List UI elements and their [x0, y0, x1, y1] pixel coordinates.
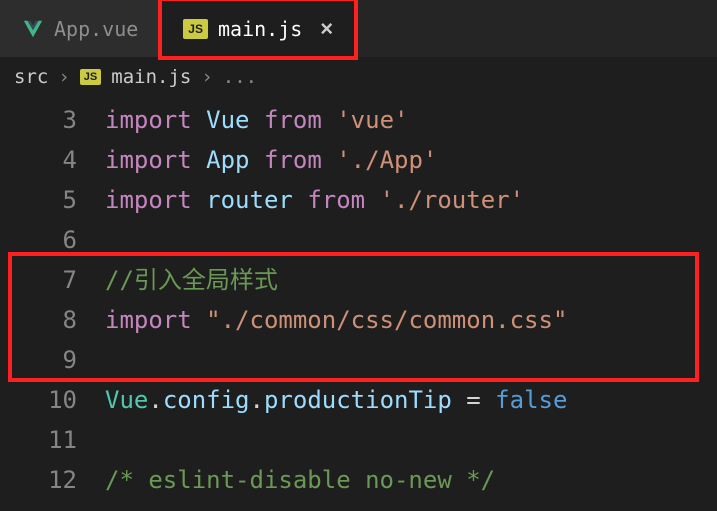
line-content: Vue.config.productionTip = false [105, 380, 717, 420]
breadcrumb-symbol[interactable]: ... [223, 66, 257, 88]
line-number: 4 [0, 140, 105, 180]
breadcrumb-folder[interactable]: src [14, 66, 48, 88]
line-number: 12 [0, 460, 105, 500]
breadcrumb: src › JS main.js › ... [0, 58, 717, 96]
code-line: 7 //引入全局样式 [0, 260, 717, 300]
js-icon: JS [183, 19, 208, 39]
code-line: 3 import Vue from 'vue' [0, 100, 717, 140]
line-content [105, 220, 717, 260]
line-content [105, 420, 717, 460]
chevron-right-icon: › [201, 66, 212, 88]
code-line: 5 import router from './router' [0, 180, 717, 220]
line-number: 5 [0, 180, 105, 220]
line-number: 3 [0, 100, 105, 140]
line-number: 10 [0, 380, 105, 420]
line-number: 9 [0, 340, 105, 380]
line-content: /* eslint-disable no-new */ [105, 460, 717, 500]
line-content: //引入全局样式 [105, 260, 717, 300]
tab-app-vue[interactable]: App.vue [0, 0, 161, 57]
line-content [105, 340, 717, 380]
tab-label: main.js [218, 17, 302, 41]
js-icon: JS [80, 69, 101, 85]
code-line: 4 import App from './App' [0, 140, 717, 180]
code-line: 10 Vue.config.productionTip = false [0, 380, 717, 420]
chevron-right-icon: › [58, 66, 69, 88]
code-line: 12 /* eslint-disable no-new */ [0, 460, 717, 500]
close-icon[interactable]: × [320, 16, 333, 42]
breadcrumb-file[interactable]: main.js [111, 66, 191, 88]
code-line: 8 import "./common/css/common.css" [0, 300, 717, 340]
line-content: import "./common/css/common.css" [105, 300, 717, 340]
code-line: 11 [0, 420, 717, 460]
line-content: import router from './router' [105, 180, 717, 220]
code-editor[interactable]: 3 import Vue from 'vue' 4 import App fro… [0, 96, 717, 500]
editor-tabs: App.vue JS main.js × [0, 0, 717, 58]
tab-main-js[interactable]: JS main.js × [161, 0, 356, 57]
line-number: 6 [0, 220, 105, 260]
code-line: 6 [0, 220, 717, 260]
line-number: 11 [0, 420, 105, 460]
line-number: 8 [0, 300, 105, 340]
line-content: import Vue from 'vue' [105, 100, 717, 140]
line-content: import App from './App' [105, 140, 717, 180]
vue-icon [22, 18, 44, 40]
tab-label: App.vue [54, 17, 138, 41]
line-number: 7 [0, 260, 105, 300]
code-line: 9 [0, 340, 717, 380]
